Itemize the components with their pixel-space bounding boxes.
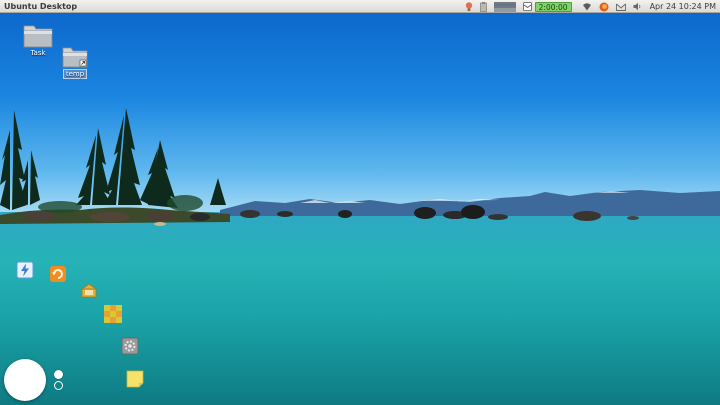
launcher-button[interactable] (4, 359, 46, 401)
cpu-graph-icon[interactable] (493, 0, 516, 13)
settings-app-icon[interactable] (121, 337, 139, 355)
desktop-icon-task[interactable]: Task (18, 22, 58, 57)
desktop-icon-label: Task (30, 49, 46, 57)
checker-app-icon[interactable] (104, 305, 122, 323)
wallpaper-scenery (0, 108, 720, 226)
folder-link-icon (62, 47, 88, 68)
clock[interactable]: Apr 24 10:24 PM (650, 2, 716, 11)
workspace-dot-1[interactable] (54, 370, 63, 379)
bulb-icon[interactable] (465, 0, 473, 13)
refresh-app-icon[interactable] (49, 265, 67, 283)
archive-app-icon[interactable] (80, 282, 98, 300)
desktop-icon-temp[interactable]: temp (55, 45, 95, 79)
desktop-wallpaper (0, 0, 720, 405)
desktop-icon-label: temp (62, 69, 88, 79)
firefox-icon[interactable] (599, 0, 609, 13)
workspace-dot-2[interactable] (54, 381, 63, 390)
timer-label: 2:00:00 (534, 1, 572, 12)
mail-icon[interactable] (522, 0, 532, 13)
window-title: Ubuntu Desktop (4, 1, 78, 11)
clipboard-icon[interactable] (479, 0, 487, 13)
top-panel: Ubuntu Desktop 2:00:00 Apr 24 10:24 PM (0, 0, 720, 13)
indicator-area: 2:00:00 Apr 24 10:24 PM (458, 0, 716, 13)
sticky-note-icon[interactable] (126, 370, 144, 388)
flash-app-icon[interactable] (16, 261, 34, 279)
timer-badge[interactable]: 2:00:00 (534, 0, 572, 13)
wifi-icon[interactable] (582, 0, 592, 13)
speaker-icon[interactable] (633, 0, 642, 13)
envelope-icon[interactable] (615, 0, 626, 13)
folder-icon (23, 25, 53, 48)
